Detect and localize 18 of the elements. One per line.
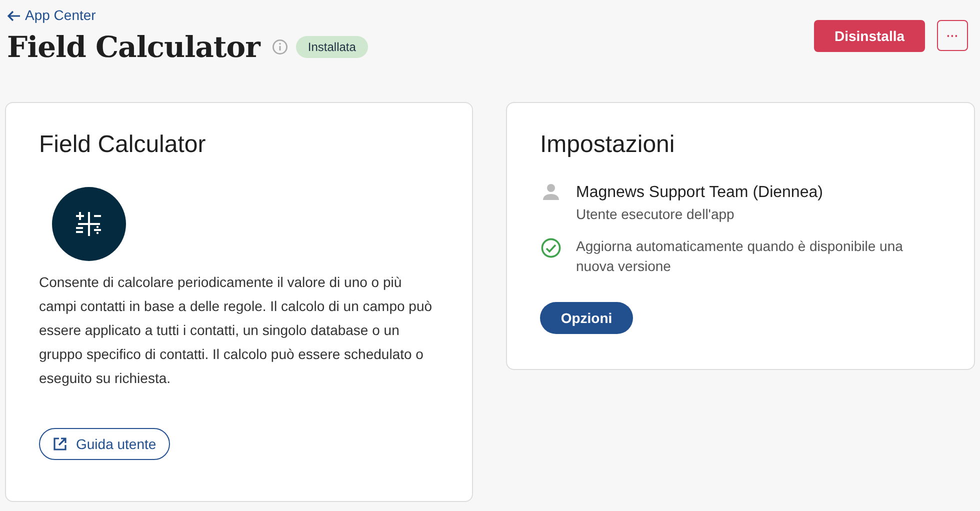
user-icon [542,184,560,200]
card-title: Field Calculator [39,130,207,160]
arrow-left-icon [7,8,21,22]
user-name: Magnews Support Team (Diennea) [576,183,823,203]
status-badge: Installata [296,36,368,58]
back-link[interactable]: App Center [7,5,368,26]
calculator-icon [52,187,126,261]
external-link-icon [53,437,67,451]
settings-title: Impostazioni [540,130,676,160]
option-label: Aggiorna automaticamente quando è disponibile una nuova versione [576,237,904,276]
info-icon[interactable] [272,39,288,55]
more-button[interactable]: ··· [937,20,968,51]
user-role: Utente esecutore dell'app [576,205,736,224]
app-description: Consente di calcolare periodicamente il valore di uno o più campi contatti in base a delle regole. Il calcolo di un campo può essere applicato a tutti i contatti, un singolo database o un gruppo specifico di contatti. Il calcolo può essere schedulato o eseguito su richiesta. [39,273,434,388]
guide-link[interactable]: Guida utente [39,428,170,460]
uninstall-button[interactable]: Disinstalla [814,20,925,52]
options-button[interactable]: Opzioni [540,302,633,334]
page-title: Field Calculator [7,29,260,66]
